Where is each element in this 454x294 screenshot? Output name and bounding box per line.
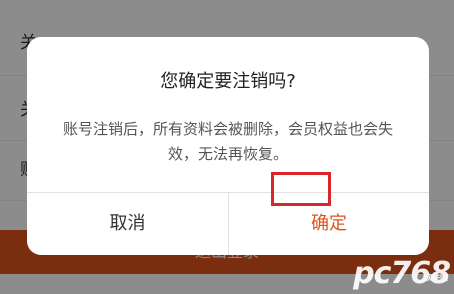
cancel-button[interactable]: 取消 <box>27 193 228 255</box>
watermark-logo: pc768 软件园 <box>353 256 451 292</box>
confirm-button[interactable]: 确定 <box>229 193 429 255</box>
confirm-dialog: 您确定要注销吗? 账号注销后，所有资料会被删除，会员权益也会失效，无法再恢复。 … <box>27 37 429 255</box>
screen: 关 关 账 退出登录 您确定要注销吗? 账号注销后，所有资料会被删除，会员权益也… <box>0 0 454 294</box>
dialog-title: 您确定要注销吗? <box>160 71 296 92</box>
watermark-subtext: 软件园 <box>424 273 448 282</box>
dialog-message: 账号注销后，所有资料会被删除，会员权益也会失效，无法再恢复。 <box>62 120 393 163</box>
